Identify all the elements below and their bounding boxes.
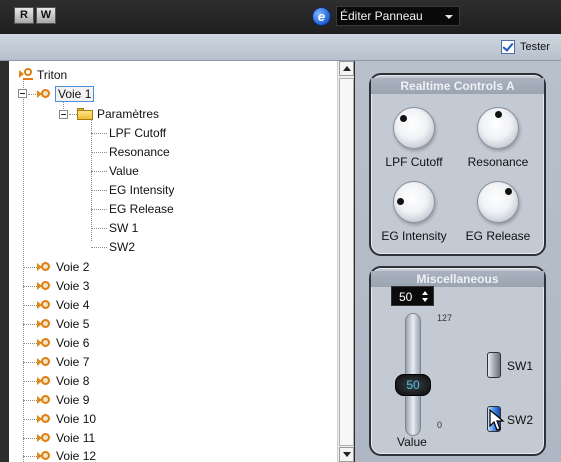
sw1-switch[interactable] [487,352,501,378]
fader-label: Value [397,435,427,449]
tree-item-label: Triton [37,68,68,82]
mouse-pointer-icon [489,409,505,431]
tree-item-voie[interactable]: Voie 5 [23,315,89,333]
synth-device-icon [19,68,33,81]
tree-item-voie[interactable]: Voie 12 [23,447,96,462]
knob-label: Resonance [467,155,529,169]
midi-channel-icon [37,337,50,349]
tree-item-voie[interactable]: Voie 8 [23,372,89,390]
knob-label: EG Intensity [381,229,447,243]
tree-param-item[interactable]: Value [91,162,139,180]
tree-item-voie[interactable]: Voie 2 [23,258,89,276]
fader-min-label: 0 [437,420,443,430]
tree-item-label: Voie 12 [56,449,97,462]
tree-item-label: Voie 1 [55,86,95,102]
miscellaneous-section: Miscellaneous 50 127 50 0 Value SW1 SW2 [369,266,546,456]
tree-param-item[interactable]: LPF Cutoff [91,124,166,142]
tree-item-voie[interactable]: Voie 6 [23,334,89,352]
value-number: 50 [399,290,413,304]
knob-label: EG Release [465,229,531,243]
tree-item-label: Voie 11 [56,431,96,445]
knob-eg-intensity[interactable] [393,181,435,223]
control-panel: Realtime Controls A LPF Cutoff Resonance… [355,61,561,462]
tree-item-voie[interactable]: Voie 3 [23,277,89,295]
sw2-label: SW2 [507,413,534,427]
fader-cap[interactable]: 50 [395,374,431,397]
tree-item-label: Paramètres [97,107,160,121]
midi-channel-icon [37,318,50,330]
tester-checkbox[interactable] [501,40,515,54]
midi-channel-icon [37,261,50,273]
midi-channel-icon [37,394,50,406]
midi-channel-icon [37,450,50,462]
spin-up-icon[interactable] [422,291,428,295]
panel-select-value: Éditer Panneau [340,9,423,23]
write-button[interactable]: W [36,7,56,24]
tree-item-label: Voie 5 [56,317,90,331]
scroll-up-icon[interactable] [339,61,354,76]
panel-select[interactable]: Éditer Panneau [336,6,460,26]
knob-lpf-cutoff[interactable] [393,107,435,149]
edit-mode-icon[interactable]: e [312,7,331,26]
tree-item-voie-1[interactable]: Voie 1 [9,85,129,103]
scroll-down-icon[interactable] [339,447,354,462]
tree-param-label: Value [109,164,139,178]
device-tree: Triton Voie 1 Paramètres LPF Cutoff Reso… [9,61,337,462]
midi-channel-icon [37,432,50,444]
tree-item-label: Voie 9 [56,393,90,407]
knob-label: LPF Cutoff [385,155,443,169]
tree-item-label: Voie 3 [56,279,90,293]
tree-item-label: Voie 8 [56,374,90,388]
midi-channel-icon [37,299,50,311]
tree-param-label: EG Release [109,202,174,216]
tree-item-label: Voie 2 [56,260,90,274]
tree-param-label: LPF Cutoff [109,126,167,140]
section-title: Miscellaneous [371,271,544,287]
knob-eg-release[interactable] [477,181,519,223]
tree-item-voie[interactable]: Voie 7 [23,353,89,371]
tree-item-label: Voie 10 [56,412,97,426]
tree-param-label: SW 1 [109,221,139,235]
tree-item-label: Voie 6 [56,336,90,350]
midi-channel-icon [37,413,50,425]
tree-param-item[interactable]: EG Intensity [91,181,174,199]
midi-channel-icon [37,280,50,292]
scroll-thumb[interactable] [339,78,354,446]
tree-param-label: SW2 [109,240,136,254]
tree-item-parametres[interactable]: Paramètres [9,105,209,123]
tree-item-label: Voie 7 [56,355,90,369]
section-title: Realtime Controls A [371,78,544,94]
tree-item-label: Voie 4 [56,298,90,312]
tree-item-triton[interactable]: Triton [19,66,67,84]
collapse-icon[interactable] [59,110,68,119]
folder-icon [77,108,93,120]
tree-param-label: EG Intensity [109,183,175,197]
tree-item-voie[interactable]: Voie 10 [23,410,96,428]
tree-item-voie[interactable]: Voie 9 [23,391,89,409]
realtime-controls-section: Realtime Controls A LPF Cutoff Resonance… [369,73,546,256]
midi-channel-icon [37,88,50,100]
read-button[interactable]: R [14,7,34,24]
midi-channel-icon [37,375,50,387]
tree-param-item[interactable]: SW 1 [91,219,138,237]
value-number-box[interactable]: 50 [391,286,434,306]
spin-down-icon[interactable] [422,298,428,302]
tester-label: Tester [520,41,550,53]
title-bar: R W e Éditer Panneau [0,0,561,34]
tree-item-voie[interactable]: Voie 4 [23,296,89,314]
sw1-label: SW1 [507,359,534,373]
tree-scrollbar[interactable] [337,61,354,462]
tree-param-item[interactable]: SW2 [91,238,135,256]
collapse-icon[interactable] [18,89,27,98]
tree-param-item[interactable]: Resonance [91,143,170,161]
tree-param-label: Resonance [109,145,170,159]
fader-max-label: 127 [437,313,453,323]
toolbar: Tester [0,34,561,61]
midi-channel-icon [37,356,50,368]
chevron-down-icon [445,15,453,19]
tree-item-voie[interactable]: Voie 11 [23,429,95,447]
tree-param-item[interactable]: EG Release [91,200,174,218]
knob-resonance[interactable] [477,107,519,149]
